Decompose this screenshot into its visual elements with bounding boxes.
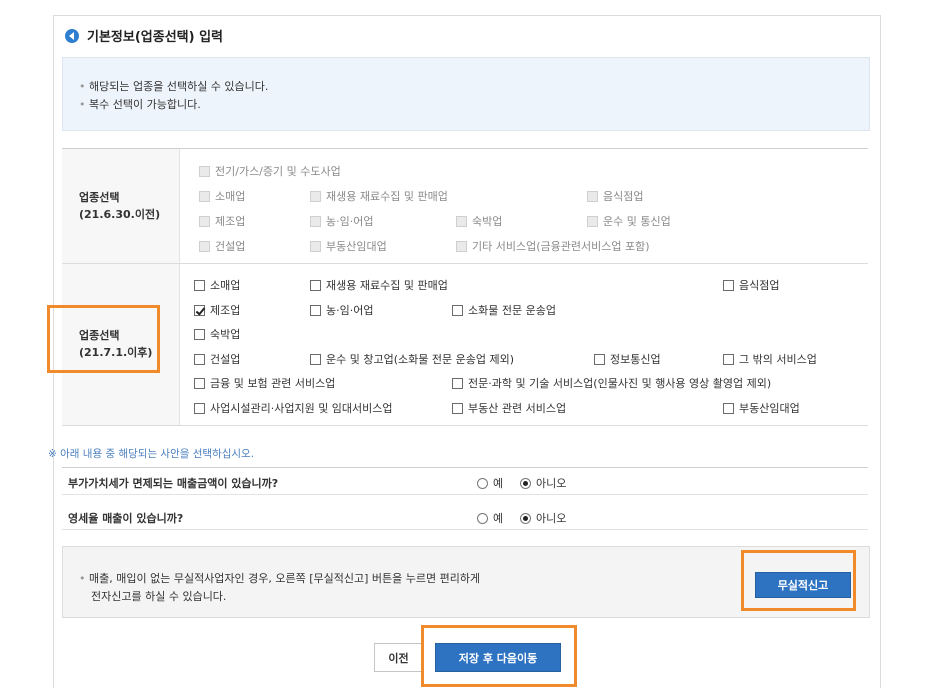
checkbox-icon[interactable] — [723, 402, 734, 414]
checkbox-icon[interactable] — [194, 279, 205, 291]
info-box: 해당되는 업종을 선택하실 수 있습니다. 복수 선택이 가능합니다. — [62, 57, 870, 131]
radio-selected-icon[interactable] — [520, 512, 531, 524]
checkbox-icon — [587, 190, 598, 202]
after-checkbox-5[interactable]: 소화물 전문 운송업 — [452, 302, 556, 318]
info-line-1: 해당되는 업종을 선택하실 수 있습니다. — [79, 78, 268, 94]
checkbox-icon[interactable] — [310, 279, 321, 291]
before-checkbox-10: 기타 서비스업(금융관련서비스업 포함) — [456, 238, 650, 254]
before-checkbox-5: 농·임·어업 — [310, 213, 373, 229]
label-cell-before: 업종선택 (21.6.30.이전) — [62, 149, 180, 263]
section-divider — [62, 425, 868, 426]
before-checkbox-1: 소매업 — [199, 188, 245, 204]
info-line-2: 복수 선택이 가능합니다. — [79, 96, 201, 112]
before-checkbox-6: 숙박업 — [456, 213, 502, 229]
before-label-1: 업종선택 — [79, 191, 120, 204]
zero-report-line-1: 매출, 매입이 없는 무실적사업자인 경우, 오른쪽 [무실적신고] 버튼을 누… — [79, 570, 480, 586]
checkbox-icon — [456, 240, 467, 252]
after-checkbox-14[interactable]: 부동산 관련 서비스업 — [452, 400, 566, 416]
checkbox-checked-icon[interactable] — [194, 304, 205, 316]
checkbox-icon[interactable] — [452, 377, 463, 389]
before-label-2: (21.6.30.이전) — [79, 208, 161, 221]
question-1-yes-radio[interactable]: 예 — [477, 475, 503, 491]
checkbox-icon — [199, 190, 210, 202]
prev-button[interactable]: 이전 — [374, 643, 423, 672]
radio-icon[interactable] — [477, 477, 488, 489]
section-title: 기본정보(업종선택) 입력 — [65, 26, 223, 45]
after-checkbox-11[interactable]: 금융 및 보험 관련 서비스업 — [194, 375, 335, 391]
checkbox-icon[interactable] — [194, 353, 205, 365]
highlight-frame — [47, 305, 160, 373]
after-checkbox-6[interactable]: 숙박업 — [194, 326, 240, 342]
question-2-yes-radio[interactable]: 예 — [477, 510, 503, 526]
checkbox-icon[interactable] — [194, 328, 205, 340]
checkbox-icon — [199, 240, 210, 252]
zero-report-line-2: 전자신고를 하실 수 있습니다. — [91, 590, 227, 603]
checkbox-icon — [310, 215, 321, 227]
after-checkbox-2[interactable]: 음식점업 — [723, 277, 779, 293]
checkbox-icon — [310, 190, 321, 202]
after-checkbox-12[interactable]: 전문·과학 및 기술 서비스업(인물사진 및 행사용 영상 촬영업 제외) — [452, 375, 771, 391]
checkbox-icon[interactable] — [452, 304, 463, 316]
highlight-frame — [741, 550, 856, 611]
before-checkbox-8: 건설업 — [199, 238, 245, 254]
after-checkbox-3[interactable]: 제조업 — [194, 302, 240, 318]
before-checkbox-2: 재생용 재료수집 및 판매업 — [310, 188, 448, 204]
after-checkbox-0[interactable]: 소매업 — [194, 277, 240, 293]
question-2-no-radio[interactable]: 아니오 — [520, 510, 566, 526]
question-text-1: 부가가치세가 면제되는 매출금액이 있습니까? — [68, 477, 279, 490]
checkbox-icon — [199, 165, 210, 177]
checkbox-icon[interactable] — [310, 304, 321, 316]
after-checkbox-4[interactable]: 농·임·어업 — [310, 302, 373, 318]
section-title-text: 기본정보(업종선택) 입력 — [87, 30, 224, 45]
after-checkbox-7[interactable]: 건설업 — [194, 351, 240, 367]
after-checkbox-9[interactable]: 정보통신업 — [594, 351, 661, 367]
checkbox-icon[interactable] — [723, 279, 734, 291]
checkbox-icon — [587, 215, 598, 227]
after-checkbox-8[interactable]: 운수 및 창고업(소화물 전문 운송업 제외) — [310, 351, 514, 367]
question-1-no-radio[interactable]: 아니오 — [520, 475, 566, 491]
selection-note: ※ 아래 내용 중 해당되는 사안을 선택하십시오. — [48, 448, 255, 460]
checkbox-icon — [456, 215, 467, 227]
before-checkbox-4: 제조업 — [199, 213, 245, 229]
question-row-1: 부가가치세가 면제되는 매출금액이 있습니까? 예 아니오 — [62, 467, 868, 495]
radio-selected-icon[interactable] — [520, 477, 531, 489]
after-checkbox-10[interactable]: 그 밖의 서비스업 — [723, 351, 817, 367]
before-checkbox-9: 부동산임대업 — [310, 238, 387, 254]
before-checkbox-7: 운수 및 통신업 — [587, 213, 671, 229]
after-checkbox-1[interactable]: 재생용 재료수집 및 판매업 — [310, 277, 448, 293]
radio-icon[interactable] — [477, 512, 488, 524]
checkbox-icon[interactable] — [452, 402, 463, 414]
checkbox-icon[interactable] — [310, 353, 321, 365]
after-checkbox-13[interactable]: 사업시설관리·사업지원 및 임대서비스업 — [194, 400, 393, 416]
question-text-2: 영세율 매출이 있습니까? — [68, 512, 184, 525]
arrow-circle-icon — [65, 28, 79, 43]
checkbox-icon[interactable] — [194, 377, 205, 389]
before-checkbox-3: 음식점업 — [587, 188, 643, 204]
section-divider — [62, 263, 868, 264]
before-checkbox-0: 전기/가스/증기 및 수도사업 — [199, 163, 341, 179]
checkbox-icon — [199, 215, 210, 227]
checkbox-icon[interactable] — [194, 402, 205, 414]
grid-top-border — [62, 148, 868, 149]
checkbox-icon — [310, 240, 321, 252]
highlight-frame — [421, 625, 577, 687]
checkbox-icon[interactable] — [723, 353, 734, 365]
question-row-2: 영세율 매출이 있습니까? 예 아니오 — [62, 503, 868, 530]
after-checkbox-15[interactable]: 부동산임대업 — [723, 400, 800, 416]
checkbox-icon[interactable] — [594, 353, 605, 365]
